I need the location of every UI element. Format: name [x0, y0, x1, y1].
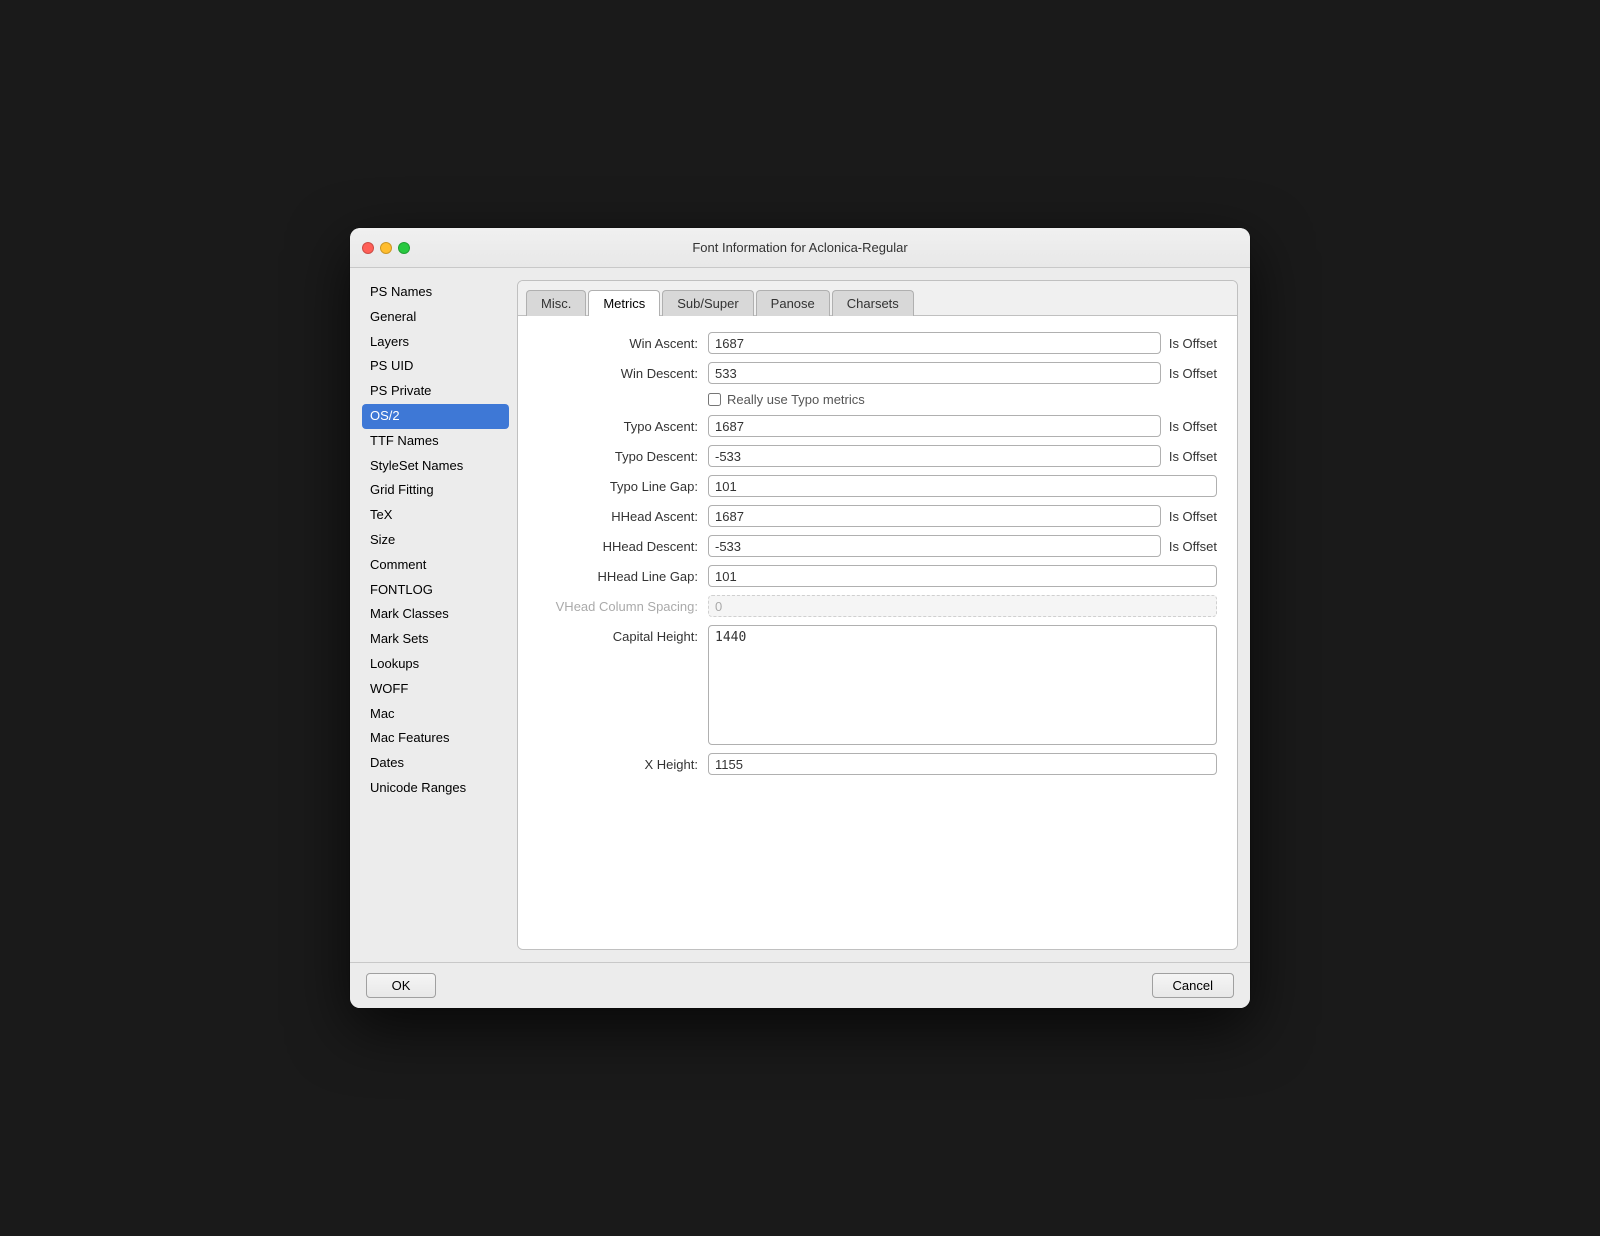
hhead-descent-suffix: Is Offset [1169, 539, 1217, 554]
hhead-descent-row: HHead Descent: Is Offset [538, 535, 1217, 557]
hhead-line-gap-row: HHead Line Gap: [538, 565, 1217, 587]
typo-line-gap-row: Typo Line Gap: [538, 475, 1217, 497]
typo-ascent-input[interactable] [708, 415, 1161, 437]
win-descent-input[interactable] [708, 362, 1161, 384]
sidebar-item-ps-private[interactable]: PS Private [362, 379, 509, 404]
minimize-button[interactable] [380, 242, 392, 254]
cancel-button[interactable]: Cancel [1152, 973, 1234, 998]
tab-charsets[interactable]: Charsets [832, 290, 914, 316]
window-title: Font Information for Aclonica-Regular [692, 240, 907, 255]
traffic-lights [362, 242, 410, 254]
sidebar-item-layers[interactable]: Layers [362, 330, 509, 355]
typo-ascent-label: Typo Ascent: [538, 419, 708, 434]
typo-metrics-checkbox[interactable] [708, 393, 721, 406]
sidebar-item-styleset-names[interactable]: StyleSet Names [362, 454, 509, 479]
titlebar: Font Information for Aclonica-Regular [350, 228, 1250, 268]
win-ascent-input[interactable] [708, 332, 1161, 354]
maximize-button[interactable] [398, 242, 410, 254]
vhead-column-label: VHead Column Spacing: [538, 599, 708, 614]
win-ascent-row: Win Ascent: Is Offset [538, 332, 1217, 354]
footer: OK Cancel [350, 962, 1250, 1008]
ok-button[interactable]: OK [366, 973, 436, 998]
typo-ascent-row: Typo Ascent: Is Offset [538, 415, 1217, 437]
typo-line-gap-input[interactable] [708, 475, 1217, 497]
main-window: Font Information for Aclonica-Regular PS… [350, 228, 1250, 1008]
sidebar-item-ps-names[interactable]: PS Names [362, 280, 509, 305]
main-content: Misc.MetricsSub/SuperPanoseCharsets Win … [517, 280, 1238, 950]
capital-height-input[interactable] [708, 625, 1217, 745]
win-descent-label: Win Descent: [538, 366, 708, 381]
tab-bar: Misc.MetricsSub/SuperPanoseCharsets [518, 281, 1237, 316]
sidebar-item-comment[interactable]: Comment [362, 553, 509, 578]
sidebar-item-mark-sets[interactable]: Mark Sets [362, 627, 509, 652]
win-descent-row: Win Descent: Is Offset [538, 362, 1217, 384]
tab-misc[interactable]: Misc. [526, 290, 586, 316]
typo-line-gap-label: Typo Line Gap: [538, 479, 708, 494]
typo-descent-label: Typo Descent: [538, 449, 708, 464]
typo-metrics-row: Really use Typo metrics [538, 392, 1217, 407]
hhead-descent-input[interactable] [708, 535, 1161, 557]
sidebar-item-size[interactable]: Size [362, 528, 509, 553]
sidebar-item-general[interactable]: General [362, 305, 509, 330]
sidebar-item-lookups[interactable]: Lookups [362, 652, 509, 677]
tab-panose[interactable]: Panose [756, 290, 830, 316]
typo-ascent-suffix: Is Offset [1169, 419, 1217, 434]
sidebar-item-unicode-ranges[interactable]: Unicode Ranges [362, 776, 509, 801]
sidebar-item-ps-uid[interactable]: PS UID [362, 354, 509, 379]
win-ascent-suffix: Is Offset [1169, 336, 1217, 351]
win-ascent-label: Win Ascent: [538, 336, 708, 351]
typo-descent-input[interactable] [708, 445, 1161, 467]
sidebar-item-fontlog[interactable]: FONTLOG [362, 578, 509, 603]
sidebar-item-grid-fitting[interactable]: Grid Fitting [362, 478, 509, 503]
sidebar-item-tex[interactable]: TeX [362, 503, 509, 528]
sidebar: PS NamesGeneralLayersPS UIDPS PrivateOS/… [362, 280, 517, 950]
tab-subsuper[interactable]: Sub/Super [662, 290, 753, 316]
sidebar-item-dates[interactable]: Dates [362, 751, 509, 776]
sidebar-item-ttf-names[interactable]: TTF Names [362, 429, 509, 454]
vhead-column-row: VHead Column Spacing: [538, 595, 1217, 617]
win-descent-suffix: Is Offset [1169, 366, 1217, 381]
hhead-ascent-label: HHead Ascent: [538, 509, 708, 524]
x-height-row: X Height: [538, 753, 1217, 775]
hhead-line-gap-label: HHead Line Gap: [538, 569, 708, 584]
sidebar-item-woff[interactable]: WOFF [362, 677, 509, 702]
capital-height-label: Capital Height: [538, 629, 708, 644]
x-height-input[interactable] [708, 753, 1217, 775]
capital-height-row: Capital Height: [538, 625, 1217, 745]
hhead-ascent-input[interactable] [708, 505, 1161, 527]
sidebar-item-mac[interactable]: Mac [362, 702, 509, 727]
window-body: PS NamesGeneralLayersPS UIDPS PrivateOS/… [350, 268, 1250, 962]
typo-descent-suffix: Is Offset [1169, 449, 1217, 464]
x-height-label: X Height: [538, 757, 708, 772]
close-button[interactable] [362, 242, 374, 254]
sidebar-item-os2[interactable]: OS/2 [362, 404, 509, 429]
vhead-column-input[interactable] [708, 595, 1217, 617]
hhead-ascent-row: HHead Ascent: Is Offset [538, 505, 1217, 527]
hhead-line-gap-input[interactable] [708, 565, 1217, 587]
hhead-descent-label: HHead Descent: [538, 539, 708, 554]
hhead-ascent-suffix: Is Offset [1169, 509, 1217, 524]
tab-metrics[interactable]: Metrics [588, 290, 660, 316]
typo-descent-row: Typo Descent: Is Offset [538, 445, 1217, 467]
sidebar-item-mac-features[interactable]: Mac Features [362, 726, 509, 751]
form-area: Win Ascent: Is Offset Win Descent: Is Of… [518, 316, 1237, 949]
typo-metrics-label[interactable]: Really use Typo metrics [708, 392, 865, 407]
sidebar-item-mark-classes[interactable]: Mark Classes [362, 602, 509, 627]
